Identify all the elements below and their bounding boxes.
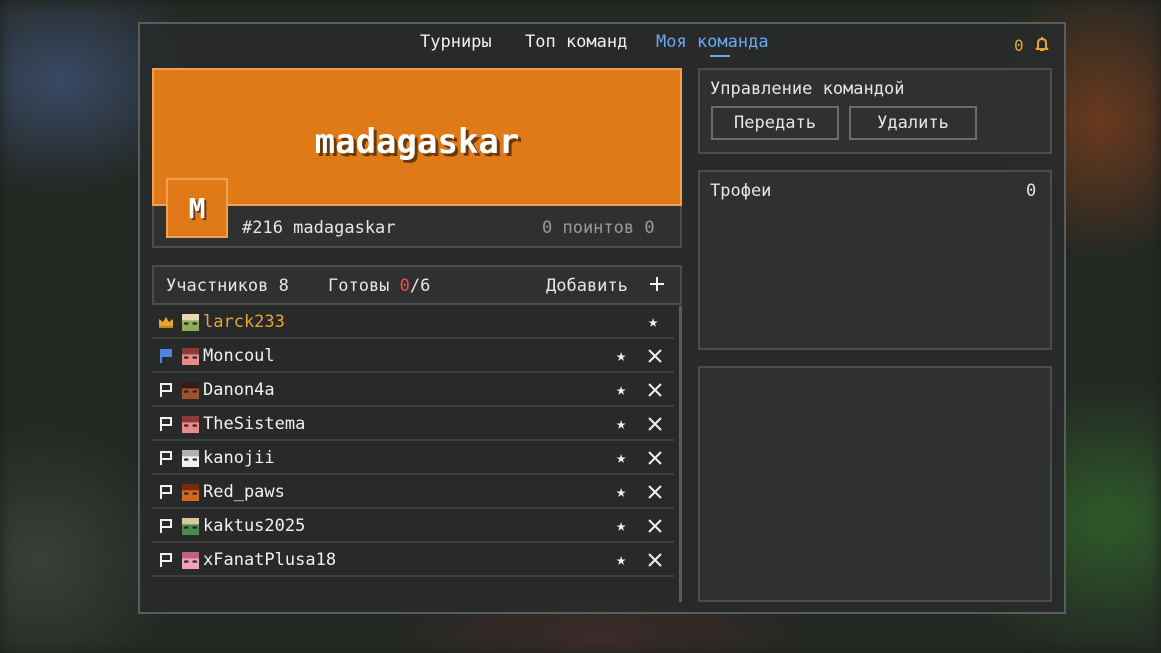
player-head-icon [182,416,199,433]
player-head-icon [182,484,199,501]
members-scrollbar[interactable] [679,306,682,602]
flag-outline-icon [160,417,172,431]
members-count: Участников 8 [166,276,289,296]
trophies-title: Трофеи [710,181,772,201]
member-name: Moncoul [203,346,275,366]
player-head-icon [182,518,199,535]
member-name: Danon4a [203,380,275,400]
team-banner: madagaskar [152,68,682,206]
kick-icon[interactable] [648,417,662,431]
management-title: Управление командой [710,79,905,99]
flag-outline-icon [160,519,172,533]
flag-outline-icon [160,451,172,465]
member-row[interactable]: kanojii ★ [152,442,674,475]
member-name: Red_paws [203,482,285,502]
trophies-count: 0 [1026,181,1037,201]
tab-my-team[interactable]: Моя команда [656,32,769,52]
delete-button[interactable]: Удалить [849,106,977,140]
player-head-icon [182,552,199,569]
kick-icon[interactable] [648,383,662,397]
kick-icon[interactable] [648,553,662,567]
empty-panel [698,366,1052,602]
star-icon[interactable]: ★ [616,517,626,535]
team-rank: #216 madagaskar [242,218,396,238]
player-head-icon [182,348,199,365]
active-tab-indicator [710,55,730,57]
bell-icon[interactable] [1034,36,1050,52]
star-icon[interactable]: ★ [616,381,626,399]
star-icon[interactable]: ★ [616,415,626,433]
kick-icon[interactable] [648,451,662,465]
plus-icon[interactable] [650,277,664,291]
top-nav: Турниры Топ команд Моя команда [0,32,1161,58]
member-row[interactable]: TheSistema ★ [152,408,674,441]
transfer-button[interactable]: Передать [711,106,839,140]
members-list: larck233 ★ Moncoul ★ Danon4a ★ TheSistema ★ kano… [152,306,682,602]
member-row[interactable]: kaktus2025 ★ [152,510,674,543]
kick-icon[interactable] [648,519,662,533]
team-points: 0 поинтов 0 [542,218,655,238]
tab-tournaments[interactable]: Турниры [420,32,492,52]
members-header: Участников 8 Готовы 0/6 Добавить [152,265,682,305]
member-row[interactable]: Danon4a ★ [152,374,674,407]
member-row[interactable]: xFanatPlusa18 ★ [152,544,674,577]
notification-count: 0 [1014,36,1024,55]
flag-outline-icon [160,383,172,397]
star-icon[interactable]: ★ [648,313,658,331]
flag-icon [160,349,172,363]
ready-status: Готовы 0/6 [328,276,431,296]
member-row[interactable]: Red_paws ★ [152,476,674,509]
crown-icon [159,317,173,328]
tab-top-teams[interactable]: Топ команд [525,32,627,52]
kick-icon[interactable] [648,349,662,363]
kick-icon[interactable] [648,485,662,499]
member-name: larck233 [203,312,285,332]
member-row[interactable]: Moncoul ★ [152,340,674,373]
player-head-icon [182,450,199,467]
member-name: TheSistema [203,414,306,434]
flag-outline-icon [160,553,172,567]
player-head-icon [182,382,199,399]
team-name-title: madagaskar [314,122,520,162]
add-member-label[interactable]: Добавить [546,276,628,296]
member-name: xFanatPlusa18 [203,550,337,570]
star-icon[interactable]: ★ [616,483,626,501]
team-avatar: M [166,178,228,238]
member-name: kaktus2025 [203,516,306,536]
star-icon[interactable]: ★ [616,551,626,569]
flag-outline-icon [160,485,172,499]
member-row[interactable]: larck233 ★ [152,306,674,339]
player-head-icon [182,314,199,331]
member-name: kanojii [203,448,275,468]
star-icon[interactable]: ★ [616,449,626,467]
star-icon[interactable]: ★ [616,347,626,365]
